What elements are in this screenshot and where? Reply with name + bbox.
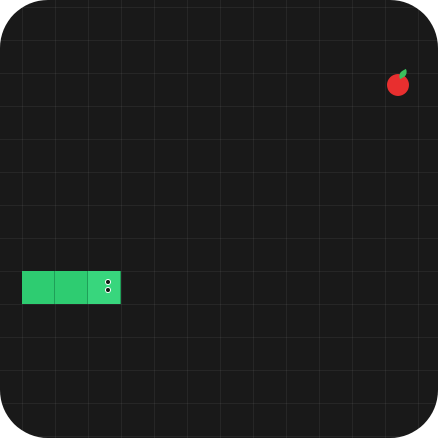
snake-eye — [106, 280, 110, 284]
snake-body-segment — [22, 271, 55, 304]
apple-icon — [386, 68, 409, 96]
apple-leaf-icon — [396, 68, 409, 79]
game-board[interactable] — [0, 0, 438, 438]
snake-body-segment — [55, 271, 88, 304]
snake-eye — [106, 288, 110, 292]
snake-head — [88, 271, 121, 304]
